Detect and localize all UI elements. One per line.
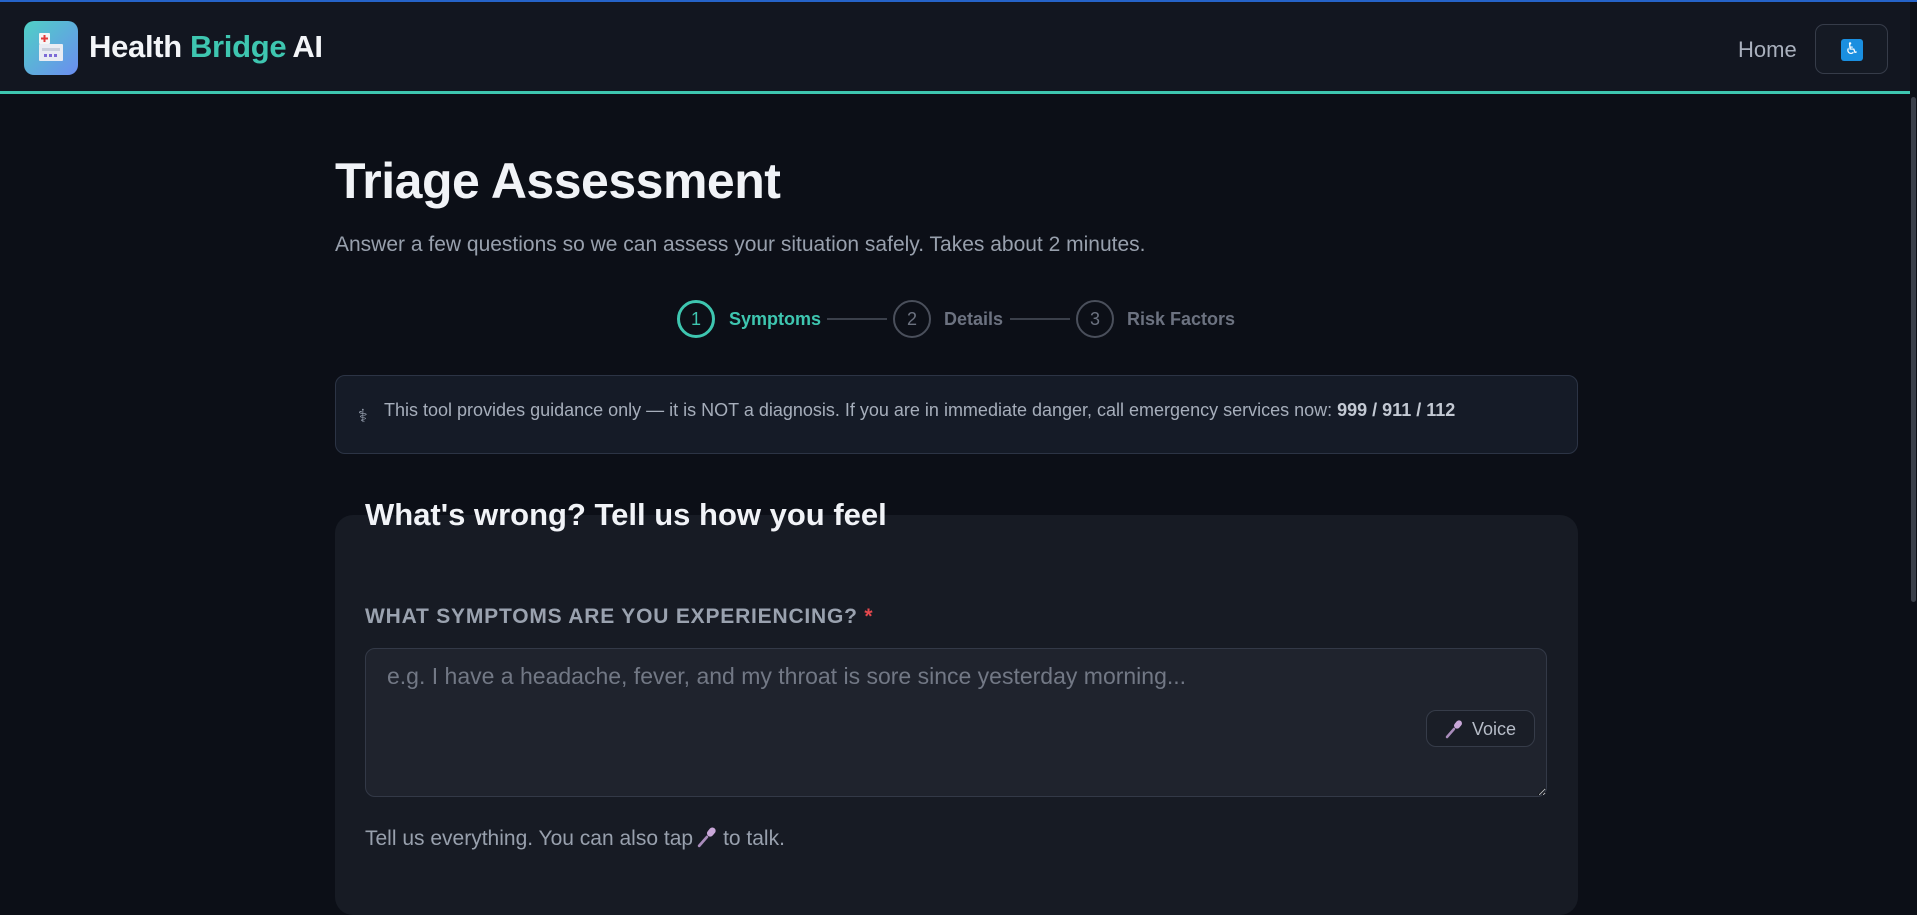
- disclaimer-notice: ⚕ This tool provides guidance only — it …: [335, 375, 1578, 454]
- helper-text: Tell us everything. You can also tap to t…: [365, 826, 785, 851]
- voice-button[interactable]: Voice: [1426, 710, 1535, 747]
- brand-bridge: Bridge: [189, 29, 287, 64]
- brand-name[interactable]: Health Bridge AI: [89, 29, 323, 65]
- step-3-circle: 3: [1076, 300, 1114, 338]
- disclaimer-text: This tool provides guidance only — it is…: [384, 400, 1455, 421]
- navbar: Health Bridge AI Home ♿: [0, 2, 1910, 94]
- step-1-label: Symptoms: [729, 309, 822, 329]
- symptoms-input[interactable]: [365, 648, 1547, 797]
- step-connector: [1010, 318, 1070, 320]
- microphone-icon: [697, 827, 716, 848]
- accessibility-button[interactable]: ♿: [1815, 24, 1888, 74]
- logo[interactable]: [24, 21, 78, 75]
- accessibility-icon: ♿: [1841, 39, 1863, 61]
- emergency-numbers: 999 / 911 / 112: [1337, 400, 1456, 420]
- medical-icon: ⚕: [358, 406, 368, 426]
- helper-text-start: Tell us everything. You can also tap: [365, 827, 694, 850]
- page-subtitle: Answer a few questions so we can assess …: [335, 233, 1146, 256]
- brand-ai: AI: [292, 29, 323, 64]
- step-2-circle: 2: [893, 300, 931, 338]
- nav-home-link[interactable]: Home: [1738, 37, 1797, 63]
- step-3-label: Risk Factors: [1127, 309, 1236, 329]
- section-title: What's wrong? Tell us how you feel: [365, 497, 887, 532]
- helper-text-end: to talk.: [723, 827, 785, 850]
- brand-health: Health: [89, 29, 182, 64]
- voice-button-label: Voice: [1472, 719, 1517, 739]
- scrollbar-thumb[interactable]: [1911, 97, 1916, 602]
- symptoms-label: WHAT SYMPTOMS ARE YOU EXPERIENCING? *: [365, 605, 873, 629]
- symptoms-label-text: WHAT SYMPTOMS ARE YOU EXPERIENCING?: [365, 605, 858, 628]
- step-1-circle: 1: [677, 300, 715, 338]
- microphone-icon: [1445, 720, 1462, 739]
- hospital-icon: [39, 33, 63, 61]
- required-marker: *: [864, 605, 874, 628]
- disclaimer-message: This tool provides guidance only — it is…: [384, 400, 1338, 420]
- step-2-label: Details: [944, 309, 1004, 329]
- page-title: Triage Assessment: [335, 153, 781, 209]
- step-connector: [827, 318, 887, 320]
